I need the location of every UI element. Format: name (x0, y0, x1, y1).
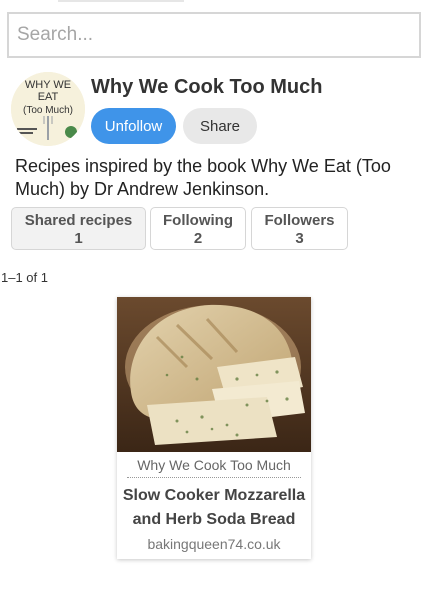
following-count: 2 (193, 230, 203, 247)
svg-text:EAT: EAT (38, 91, 59, 103)
recipe-collection-name: Why We Cook Too Much (127, 457, 301, 478)
following-label: Following (163, 212, 233, 229)
svg-text:(Too Much): (Too Much) (23, 105, 73, 116)
recipe-photo (117, 297, 311, 452)
followers-count: 3 (295, 230, 304, 247)
book-cover-avatar-image: WHY WE EAT (Too Much) (11, 72, 85, 146)
search-input[interactable] (7, 12, 421, 58)
recipe-card[interactable]: Why We Cook Too Much Slow Cooker Mozzare… (117, 297, 311, 559)
followers-label: Followers (264, 212, 335, 229)
unfollow-button[interactable]: Unfollow (91, 108, 176, 144)
profile-bio: Recipes inspired by the book Why We Eat … (15, 156, 391, 199)
shared-recipes-label: Shared recipes (24, 212, 133, 229)
result-count: 1–1 of 1 (1, 270, 48, 285)
svg-text:WHY WE: WHY WE (25, 79, 71, 91)
profile-avatar: WHY WE EAT (Too Much) (11, 72, 85, 146)
recipe-title[interactable]: Slow Cooker Mozzarella and Herb Soda Bre… (117, 484, 311, 532)
profile-name: Why We Cook Too Much (91, 76, 323, 98)
recipe-source-domain: bakingqueen74.co.uk (147, 536, 281, 552)
tab-followers[interactable]: Followers 3 (251, 207, 348, 250)
tab-following[interactable]: Following 2 (150, 207, 246, 250)
top-strip (58, 0, 184, 2)
tab-shared-recipes[interactable]: Shared recipes 1 (11, 207, 146, 250)
shared-recipes-count: 1 (74, 230, 83, 247)
share-button[interactable]: Share (183, 108, 257, 144)
